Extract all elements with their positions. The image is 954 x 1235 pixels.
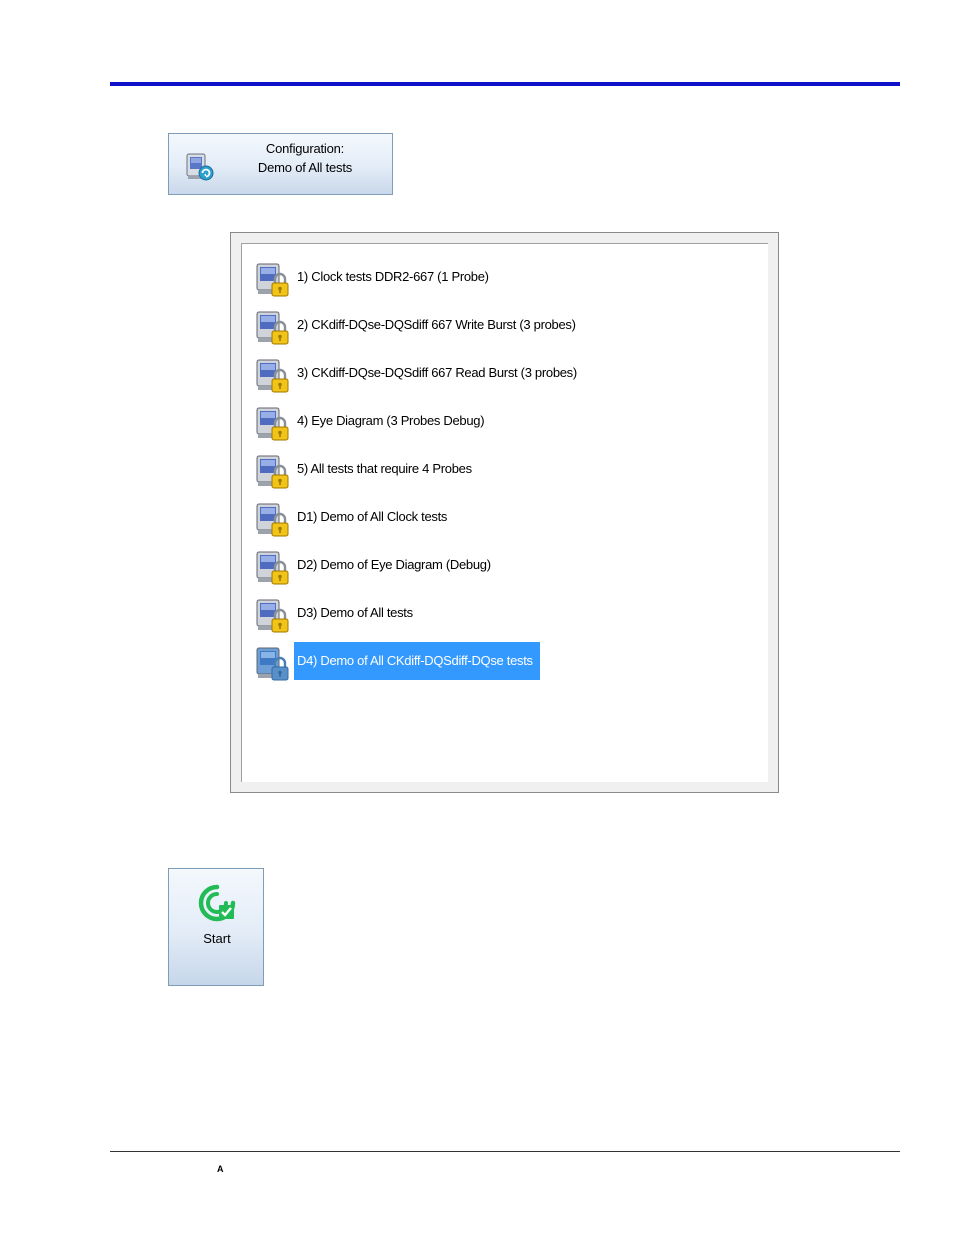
locked-config-icon bbox=[254, 644, 294, 684]
configuration-list-body: 1) Clock tests DDR2-667 (1 Probe) 2) CKdi… bbox=[241, 243, 768, 782]
locked-config-icon bbox=[254, 356, 294, 396]
locked-config-icon bbox=[254, 500, 294, 540]
locked-config-icon bbox=[254, 308, 294, 348]
configuration-list-item[interactable]: 1) Clock tests DDR2-667 (1 Probe) bbox=[254, 254, 754, 302]
configuration-icon bbox=[186, 153, 214, 181]
configuration-list-item[interactable]: 2) CKdiff-DQse-DQSdiff 667 Write Burst (… bbox=[254, 302, 754, 350]
configuration-value: Demo of All tests bbox=[257, 160, 353, 175]
configuration-list-item[interactable]: 5) All tests that require 4 Probes bbox=[254, 446, 754, 494]
start-label: Start bbox=[203, 931, 231, 946]
start-button[interactable]: Start bbox=[168, 868, 264, 986]
footer-rule bbox=[110, 1151, 900, 1152]
configuration-list-item-label: D2) Demo of Eye Diagram (Debug) bbox=[297, 557, 491, 572]
header-rule bbox=[110, 82, 900, 86]
configuration-list-item[interactable]: D2) Demo of Eye Diagram (Debug) bbox=[254, 542, 754, 590]
configuration-title: Configuration: bbox=[265, 141, 345, 156]
configuration-list-item[interactable]: D1) Demo of All Clock tests bbox=[254, 494, 754, 542]
start-icon bbox=[198, 884, 236, 922]
configuration-label: Configuration: Demo of All tests bbox=[229, 139, 381, 177]
configuration-list-item[interactable]: D3) Demo of All tests bbox=[254, 590, 754, 638]
configuration-list-item-label: 3) CKdiff-DQse-DQSdiff 667 Read Burst (3… bbox=[297, 365, 577, 380]
configuration-list-item-label: D3) Demo of All tests bbox=[297, 605, 413, 620]
configuration-list-item-label: D1) Demo of All Clock tests bbox=[297, 509, 448, 524]
configuration-list-item[interactable]: D4) Demo of All CKdiff-DQSdiff-DQse test… bbox=[254, 638, 754, 686]
locked-config-icon bbox=[254, 260, 294, 300]
configuration-list: 1) Clock tests DDR2-667 (1 Probe) 2) CKdi… bbox=[230, 232, 779, 793]
configuration-button[interactable]: Configuration: Demo of All tests bbox=[168, 133, 393, 195]
configuration-list-item-label: 1) Clock tests DDR2-667 (1 Probe) bbox=[297, 269, 489, 284]
locked-config-icon bbox=[254, 404, 294, 444]
locked-config-icon bbox=[254, 452, 294, 492]
locked-config-icon bbox=[254, 596, 294, 636]
locked-config-icon bbox=[254, 548, 294, 588]
configuration-list-item[interactable]: 3) CKdiff-DQse-DQSdiff 667 Read Burst (3… bbox=[254, 350, 754, 398]
footer-mark: A bbox=[217, 1164, 224, 1174]
configuration-list-item[interactable]: 4) Eye Diagram (3 Probes Debug) bbox=[254, 398, 754, 446]
configuration-list-item-label: 2) CKdiff-DQse-DQSdiff 667 Write Burst (… bbox=[297, 317, 576, 332]
configuration-list-item-label: D4) Demo of All CKdiff-DQSdiff-DQse test… bbox=[294, 642, 540, 680]
configuration-list-item-label: 5) All tests that require 4 Probes bbox=[297, 461, 472, 476]
configuration-list-item-label: 4) Eye Diagram (3 Probes Debug) bbox=[297, 413, 485, 428]
